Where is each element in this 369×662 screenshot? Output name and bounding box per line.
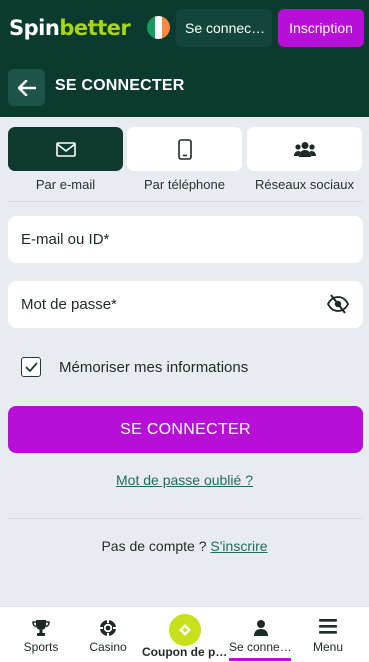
arrow-left-icon	[17, 79, 36, 96]
eye-slash-icon[interactable]	[327, 294, 349, 314]
divider	[8, 518, 363, 519]
divider	[8, 201, 363, 202]
ticket-icon	[179, 624, 191, 636]
hamburger-icon	[319, 619, 337, 634]
page-title-bar: SE CONNECTER	[0, 57, 369, 117]
header-register-button[interactable]: Inscription	[278, 9, 364, 47]
tab-phone-label: Par téléphone	[144, 177, 225, 192]
nav-login-label: Se connec…	[229, 640, 293, 654]
user-icon	[254, 620, 268, 636]
tab-phone[interactable]	[127, 127, 242, 171]
password-placeholder: Mot de passe*	[21, 296, 117, 313]
phone-icon	[177, 138, 192, 160]
bottom-navigation: Sports Casino Coupon de pari Se connec…	[0, 606, 369, 662]
envelope-icon	[55, 141, 76, 157]
coupon-badge	[169, 614, 201, 646]
email-field[interactable]: E-mail ou ID*	[8, 216, 363, 263]
login-submit-button[interactable]: SE CONNECTER	[8, 406, 363, 453]
nav-menu-label: Menu	[312, 640, 344, 654]
nav-sports[interactable]: Sports	[9, 607, 73, 662]
spinbetter-logo[interactable]: Spinbetter	[9, 14, 131, 42]
checkmark-icon	[25, 362, 37, 372]
users-icon	[293, 141, 316, 157]
tab-social-label: Réseaux sociaux	[255, 177, 354, 192]
logo-spin-text: Spin	[9, 16, 60, 40]
nav-coupon-label: Coupon de pari	[142, 645, 228, 659]
top-header: Spinbetter Se connec… Inscription	[0, 0, 369, 57]
back-button[interactable]	[8, 69, 45, 106]
trophy-icon	[32, 620, 50, 636]
nav-login[interactable]: Se connec…	[229, 607, 293, 662]
password-field[interactable]: Mot de passe*	[8, 281, 363, 328]
nav-coupon[interactable]: Coupon de pari	[142, 607, 228, 662]
forgot-password-link[interactable]: Mot de passe oublié ?	[0, 472, 369, 488]
no-account-row: Pas de compte ? S'inscrire	[0, 538, 369, 554]
nav-sports-label: Sports	[23, 640, 59, 654]
active-tab-indicator	[229, 658, 291, 661]
remember-checkbox[interactable]	[21, 357, 41, 377]
language-flag-icon[interactable]	[147, 16, 170, 39]
nav-casino[interactable]: Casino	[76, 607, 140, 662]
remember-label[interactable]: Mémoriser mes informations	[59, 359, 248, 376]
tab-social[interactable]	[247, 127, 362, 171]
logo-better-text: better	[59, 16, 131, 40]
page-title: SE CONNECTER	[55, 77, 185, 94]
chip-icon	[100, 620, 116, 636]
tab-email[interactable]	[8, 127, 123, 171]
nav-menu[interactable]: Menu	[296, 607, 360, 662]
header-login-button[interactable]: Se connec…	[176, 9, 272, 47]
signup-link[interactable]: S'inscrire	[210, 538, 267, 554]
no-account-text: Pas de compte ?	[101, 538, 207, 554]
tab-email-label: Par e-mail	[35, 177, 96, 192]
nav-casino-label: Casino	[89, 640, 127, 654]
